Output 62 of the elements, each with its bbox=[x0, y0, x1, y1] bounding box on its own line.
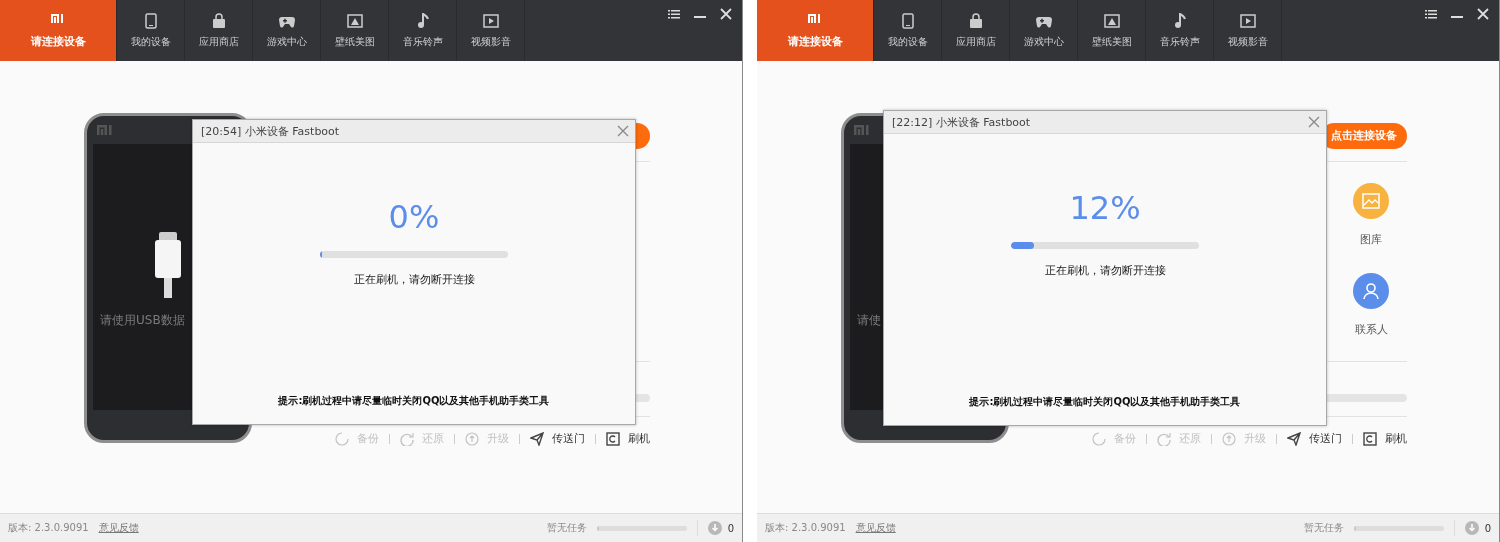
restore-icon bbox=[400, 431, 414, 446]
nav-tab[interactable]: 音乐铃声 bbox=[1146, 0, 1214, 61]
version-label: 版本: 2.3.0.9091 bbox=[765, 521, 846, 535]
task-status: 暂无任务 bbox=[546, 521, 587, 535]
feedback-link[interactable]: 意见反馈 bbox=[98, 521, 139, 535]
upgrade-icon bbox=[1222, 431, 1236, 446]
toolbar-button[interactable]: 刷机 bbox=[606, 431, 650, 446]
connect-hint: 请使用USB数据 bbox=[99, 312, 185, 329]
bag-icon bbox=[210, 12, 227, 29]
video-icon bbox=[482, 12, 499, 29]
shortcut-button[interactable] bbox=[1353, 273, 1389, 309]
task-status: 暂无任务 bbox=[1303, 521, 1344, 535]
nav-tab[interactable]: 应用商店 bbox=[185, 0, 253, 61]
progress-percent: 12% bbox=[1069, 190, 1141, 226]
progress-percent: 0% bbox=[388, 199, 440, 235]
flash-icon bbox=[606, 431, 620, 446]
nav-tab[interactable]: 应用商店 bbox=[942, 0, 1010, 61]
nav-tab[interactable]: 我的设备 bbox=[874, 0, 942, 61]
image-icon bbox=[1103, 12, 1120, 29]
shortcut-label: 图库 bbox=[1360, 232, 1382, 247]
phone-icon bbox=[899, 12, 916, 29]
tip-text: 提示:刷机过程中请尽量临时关闭QQ以及其他手机助手类工具 bbox=[969, 395, 1241, 409]
nav-tab[interactable]: 游戏中心 bbox=[1010, 0, 1078, 61]
dialog-title: [22:12] 小米设备 Fastboot bbox=[892, 114, 1031, 130]
status-message: 正在刷机，请勿断开连接 bbox=[1044, 263, 1166, 278]
menu-icon[interactable] bbox=[668, 8, 680, 20]
restore-icon bbox=[1157, 431, 1171, 446]
nav-tab[interactable]: 视频影音 bbox=[1214, 0, 1282, 61]
nav-tab[interactable]: 壁纸美图 bbox=[321, 0, 389, 61]
upgrade-icon bbox=[465, 431, 479, 446]
tip-text: 提示:刷机过程中请尽量临时关闭QQ以及其他手机助手类工具 bbox=[278, 394, 550, 408]
nav-tab[interactable]: 音乐铃声 bbox=[389, 0, 457, 61]
image-icon bbox=[346, 12, 363, 29]
version-label: 版本: 2.3.0.9091 bbox=[8, 521, 89, 535]
backup-icon bbox=[335, 431, 349, 446]
download-count: 0 bbox=[727, 522, 734, 534]
nav-tab[interactable]: 壁纸美图 bbox=[1078, 0, 1146, 61]
usb-plug-icon bbox=[154, 232, 182, 298]
status-message: 正在刷机，请勿断开连接 bbox=[353, 272, 475, 287]
download-count: 0 bbox=[1484, 522, 1491, 534]
connect-hint: 请使 bbox=[856, 312, 881, 329]
nav-tab[interactable]: 请连接设备 bbox=[757, 0, 874, 61]
dialog-title: [20:54] 小米设备 Fastboot bbox=[201, 123, 340, 139]
toolbar-button[interactable]: 传送门 bbox=[530, 431, 585, 446]
menu-icon[interactable] bbox=[1425, 8, 1437, 20]
image-icon bbox=[1362, 192, 1380, 210]
shortcut-label: 联系人 bbox=[1354, 322, 1388, 337]
nav-tab[interactable]: 游戏中心 bbox=[253, 0, 321, 61]
nav-tab[interactable]: 我的设备 bbox=[117, 0, 185, 61]
nav-tab[interactable]: 视频影音 bbox=[457, 0, 525, 61]
paper-plane-icon bbox=[530, 431, 544, 446]
feedback-link[interactable]: 意见反馈 bbox=[855, 521, 896, 535]
toolbar-button[interactable]: 传送门 bbox=[1287, 431, 1342, 446]
video-icon bbox=[1239, 12, 1256, 29]
backup-icon bbox=[1092, 431, 1106, 446]
flash-icon bbox=[1363, 431, 1377, 446]
paper-plane-icon bbox=[1287, 431, 1301, 446]
bag-icon bbox=[967, 12, 984, 29]
phone-icon bbox=[142, 12, 159, 29]
toolbar-button[interactable]: 刷机 bbox=[1363, 431, 1407, 446]
person-icon bbox=[1362, 282, 1380, 300]
nav-tab[interactable]: 请连接设备 bbox=[0, 0, 117, 61]
